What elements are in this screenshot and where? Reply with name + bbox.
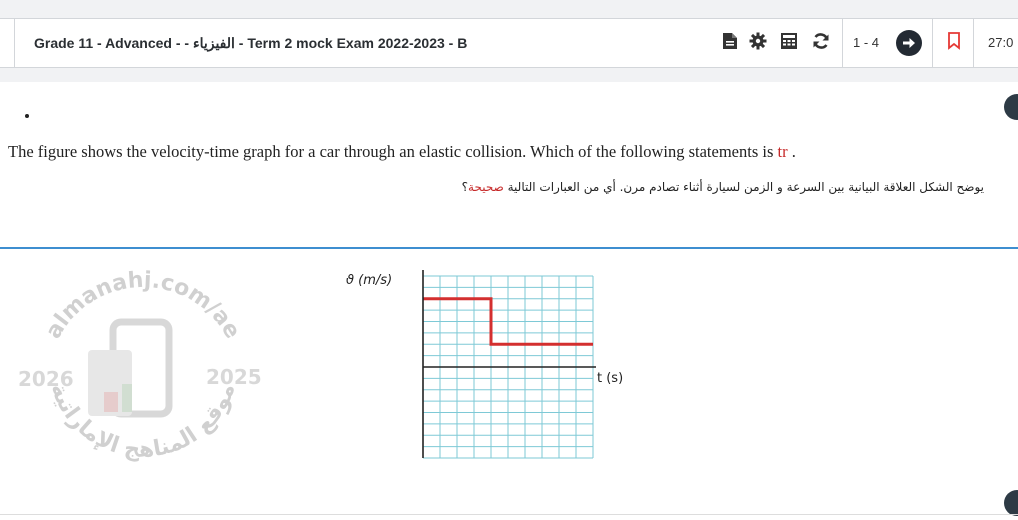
side-nav-button[interactable] <box>1004 490 1018 516</box>
footer-divider <box>0 514 1018 515</box>
toolbar-separator <box>932 19 933 67</box>
next-question-button[interactable] <box>896 30 922 56</box>
toolbar-separator <box>973 19 974 67</box>
watermark-year-right: 2025 <box>206 365 262 389</box>
watermark-site-text: almanahj.com/ae <box>41 268 245 343</box>
document-icon[interactable] <box>718 29 742 53</box>
calculator-icon[interactable] <box>777 29 801 53</box>
refresh-icon[interactable] <box>809 29 833 53</box>
exam-toolbar: Grade 11 - Advanced - - الفيزياء - Term … <box>0 18 1018 68</box>
side-nav-button[interactable] <box>1004 94 1018 120</box>
bookmark-icon[interactable] <box>942 29 966 53</box>
toolbar-separator <box>842 19 843 67</box>
question-text-highlight: tr <box>777 142 788 161</box>
timer: 27:0 <box>988 35 1014 50</box>
velocity-time-graph: ϑ (m/s) t (s) <box>346 270 623 459</box>
gear-icon[interactable] <box>746 29 770 53</box>
question-divider <box>0 247 1018 249</box>
y-axis-label: ϑ (m/s) <box>346 273 392 288</box>
arabic-text-highlight: صحيحة <box>468 180 504 194</box>
question-text-end: . <box>787 142 796 161</box>
arrow-right-icon <box>903 38 915 48</box>
divider <box>14 19 15 67</box>
question-text-arabic: يوضح الشكل العلاقة البيانية بين السرعة و… <box>462 180 984 194</box>
watermark-year-left: 2026 <box>18 367 74 391</box>
question-marker <box>25 114 29 118</box>
exam-title: Grade 11 - Advanced - - الفيزياء - Term … <box>34 35 468 51</box>
watermark-logo: almanahj.com/ae موقع المناهج الإماراتية … <box>18 268 262 463</box>
question-text-english: The figure shows the velocity-time graph… <box>8 142 796 162</box>
watermark-arabic-text: موقع المناهج الإماراتية <box>45 380 240 463</box>
question-range: 1 - 4 <box>853 35 880 50</box>
question-text-main: The figure shows the velocity-time graph… <box>8 142 778 161</box>
x-axis-label: t (s) <box>597 371 623 386</box>
exam-header: Grade 11 - Advanced - - الفيزياء - Term … <box>0 0 1018 82</box>
arabic-text-main: يوضح الشكل العلاقة البيانية بين السرعة و… <box>503 180 984 194</box>
